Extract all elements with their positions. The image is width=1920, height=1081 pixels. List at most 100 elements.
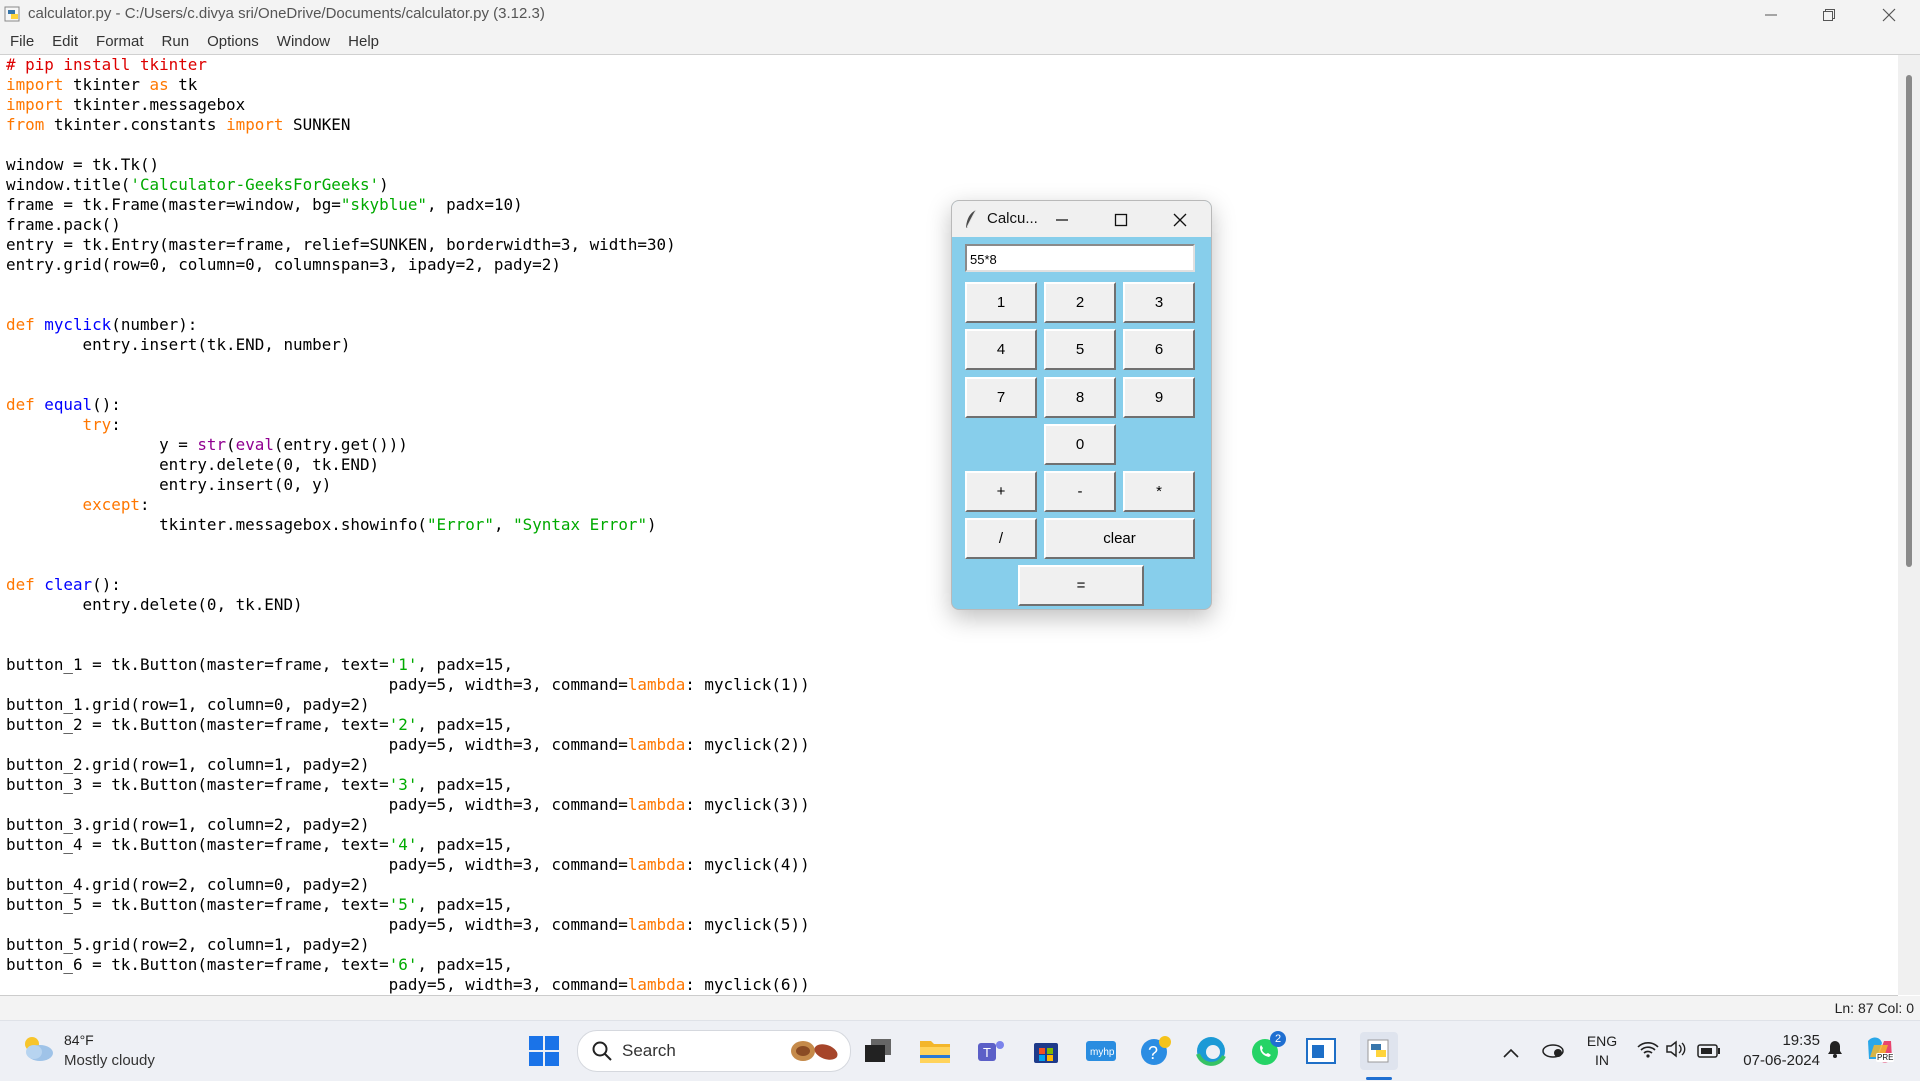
code-line[interactable]: window.title('Calculator-GeeksForGeeks') bbox=[6, 175, 810, 195]
code-line[interactable]: y = str(eval(entry.get())) bbox=[6, 435, 810, 455]
taskbar-search-box[interactable]: Search bbox=[577, 1030, 851, 1072]
clock-time[interactable]: 19:35 bbox=[1730, 1032, 1820, 1049]
code-line[interactable]: except: bbox=[6, 495, 810, 515]
chevron-up-icon[interactable] bbox=[1503, 1043, 1519, 1062]
store-button[interactable] bbox=[1030, 1035, 1062, 1067]
calc-minimize-button[interactable] bbox=[1055, 212, 1069, 226]
code-line[interactable]: entry.grid(row=0, column=0, columnspan=3… bbox=[6, 255, 810, 275]
code-line[interactable]: pady=5, width=3, command=lambda: myclick… bbox=[6, 975, 810, 995]
code-line[interactable]: entry.insert(tk.END, number) bbox=[6, 335, 810, 355]
code-line[interactable]: button_4.grid(row=2, column=0, pady=2) bbox=[6, 875, 810, 895]
code-line[interactable]: def myclick(number): bbox=[6, 315, 810, 335]
myhp-button[interactable]: myhp bbox=[1085, 1035, 1117, 1067]
button-0[interactable]: 0 bbox=[1044, 424, 1116, 465]
button-7[interactable]: 7 bbox=[965, 377, 1037, 418]
language-indicator-line2[interactable]: IN bbox=[1582, 1052, 1622, 1068]
get-help-button[interactable]: ? bbox=[1140, 1035, 1172, 1067]
minimize-button[interactable] bbox=[1742, 0, 1800, 29]
button-multiply[interactable]: * bbox=[1123, 471, 1195, 512]
code-editor[interactable]: # pip install tkinter import tkinter as t… bbox=[0, 55, 1898, 996]
code-line[interactable] bbox=[6, 295, 810, 315]
clock-date[interactable]: 07-06-2024 bbox=[1730, 1052, 1820, 1069]
code-text[interactable]: # pip install tkinter import tkinter as t… bbox=[6, 55, 810, 995]
button-3[interactable]: 3 bbox=[1123, 282, 1195, 323]
code-line[interactable] bbox=[6, 555, 810, 575]
code-line[interactable]: import tkinter.messagebox bbox=[6, 95, 810, 115]
code-line[interactable]: def clear(): bbox=[6, 575, 810, 595]
restore-button[interactable] bbox=[1800, 0, 1858, 29]
button-divide[interactable]: / bbox=[965, 518, 1037, 559]
calculator-entry[interactable]: 55*8 bbox=[965, 244, 1195, 272]
calc-close-button[interactable] bbox=[1173, 212, 1187, 227]
calculator-window[interactable]: Calcu... 55*8 1 2 3 4 5 6 7 8 9 0 + - * … bbox=[951, 200, 1212, 610]
code-line[interactable]: button_3.grid(row=1, column=2, pady=2) bbox=[6, 815, 810, 835]
edge-button[interactable] bbox=[1195, 1035, 1227, 1067]
teams-button[interactable]: T bbox=[975, 1035, 1007, 1067]
battery-icon[interactable] bbox=[1697, 1043, 1721, 1062]
code-line[interactable]: button_2 = tk.Button(master=frame, text=… bbox=[6, 715, 810, 735]
wifi-icon[interactable] bbox=[1637, 1040, 1659, 1062]
button-6[interactable]: 6 bbox=[1123, 329, 1195, 370]
code-line[interactable] bbox=[6, 355, 810, 375]
menu-run[interactable]: Run bbox=[154, 33, 198, 50]
whatsapp-button[interactable]: 2 bbox=[1250, 1031, 1286, 1067]
menu-edit[interactable]: Edit bbox=[44, 33, 86, 50]
start-button[interactable] bbox=[528, 1035, 560, 1067]
code-line[interactable]: from tkinter.constants import SUNKEN bbox=[6, 115, 810, 135]
code-line[interactable]: frame = tk.Frame(master=window, bg="skyb… bbox=[6, 195, 810, 215]
code-line[interactable] bbox=[6, 615, 810, 635]
menu-format[interactable]: Format bbox=[88, 33, 152, 50]
code-line[interactable]: try: bbox=[6, 415, 810, 435]
code-line[interactable] bbox=[6, 375, 810, 395]
language-indicator-line1[interactable]: ENG bbox=[1582, 1033, 1622, 1049]
code-line[interactable]: window = tk.Tk() bbox=[6, 155, 810, 175]
calc-maximize-button[interactable] bbox=[1114, 212, 1128, 227]
copilot-icon[interactable]: PRE bbox=[1864, 1035, 1896, 1069]
code-line[interactable]: import tkinter as tk bbox=[6, 75, 810, 95]
code-line[interactable]: button_2.grid(row=1, column=1, pady=2) bbox=[6, 755, 810, 775]
button-1[interactable]: 1 bbox=[965, 282, 1037, 323]
code-line[interactable] bbox=[6, 635, 810, 655]
code-line[interactable]: button_6 = tk.Button(master=frame, text=… bbox=[6, 955, 810, 975]
code-line[interactable]: pady=5, width=3, command=lambda: myclick… bbox=[6, 855, 810, 875]
volume-icon[interactable] bbox=[1665, 1040, 1687, 1062]
task-view-button[interactable] bbox=[863, 1035, 895, 1067]
code-line[interactable]: button_1.grid(row=1, column=0, pady=2) bbox=[6, 695, 810, 715]
code-line[interactable]: button_5 = tk.Button(master=frame, text=… bbox=[6, 895, 810, 915]
window-app-button[interactable] bbox=[1305, 1035, 1337, 1067]
code-line[interactable]: tkinter.messagebox.showinfo("Error", "Sy… bbox=[6, 515, 810, 535]
vertical-scrollbar[interactable] bbox=[1898, 55, 1920, 995]
code-line[interactable]: button_3 = tk.Button(master=frame, text=… bbox=[6, 775, 810, 795]
code-line[interactable]: frame.pack() bbox=[6, 215, 810, 235]
menu-help[interactable]: Help bbox=[340, 33, 387, 50]
code-line[interactable]: entry.delete(0, tk.END) bbox=[6, 595, 810, 615]
code-line[interactable]: pady=5, width=3, command=lambda: myclick… bbox=[6, 795, 810, 815]
code-line[interactable]: button_5.grid(row=2, column=1, pady=2) bbox=[6, 935, 810, 955]
button-plus[interactable]: + bbox=[965, 471, 1037, 512]
python-idle-button[interactable] bbox=[1360, 1032, 1398, 1070]
button-clear[interactable]: clear bbox=[1044, 518, 1195, 559]
code-line[interactable]: button_4 = tk.Button(master=frame, text=… bbox=[6, 835, 810, 855]
scrollbar-thumb[interactable] bbox=[1906, 75, 1912, 567]
code-line[interactable]: def equal(): bbox=[6, 395, 810, 415]
code-line[interactable]: pady=5, width=3, command=lambda: myclick… bbox=[6, 915, 810, 935]
menu-file[interactable]: File bbox=[2, 33, 42, 50]
code-line[interactable]: entry = tk.Entry(master=frame, relief=SU… bbox=[6, 235, 810, 255]
close-button[interactable] bbox=[1858, 0, 1920, 29]
button-minus[interactable]: - bbox=[1044, 471, 1116, 512]
menu-window[interactable]: Window bbox=[269, 33, 338, 50]
file-explorer-button[interactable] bbox=[919, 1035, 951, 1067]
code-line[interactable] bbox=[6, 535, 810, 555]
notification-bell-icon[interactable] bbox=[1826, 1039, 1844, 1063]
button-5[interactable]: 5 bbox=[1044, 329, 1116, 370]
code-line[interactable]: button_1 = tk.Button(master=frame, text=… bbox=[6, 655, 810, 675]
button-equal[interactable]: = bbox=[1018, 565, 1144, 606]
code-line[interactable]: pady=5, width=3, command=lambda: myclick… bbox=[6, 675, 810, 695]
button-8[interactable]: 8 bbox=[1044, 377, 1116, 418]
code-line[interactable]: # pip install tkinter bbox=[6, 55, 810, 75]
menu-options[interactable]: Options bbox=[199, 33, 267, 50]
calculator-title-bar[interactable]: Calcu... bbox=[952, 201, 1211, 237]
button-9[interactable]: 9 bbox=[1123, 377, 1195, 418]
code-line[interactable] bbox=[6, 135, 810, 155]
button-4[interactable]: 4 bbox=[965, 329, 1037, 370]
